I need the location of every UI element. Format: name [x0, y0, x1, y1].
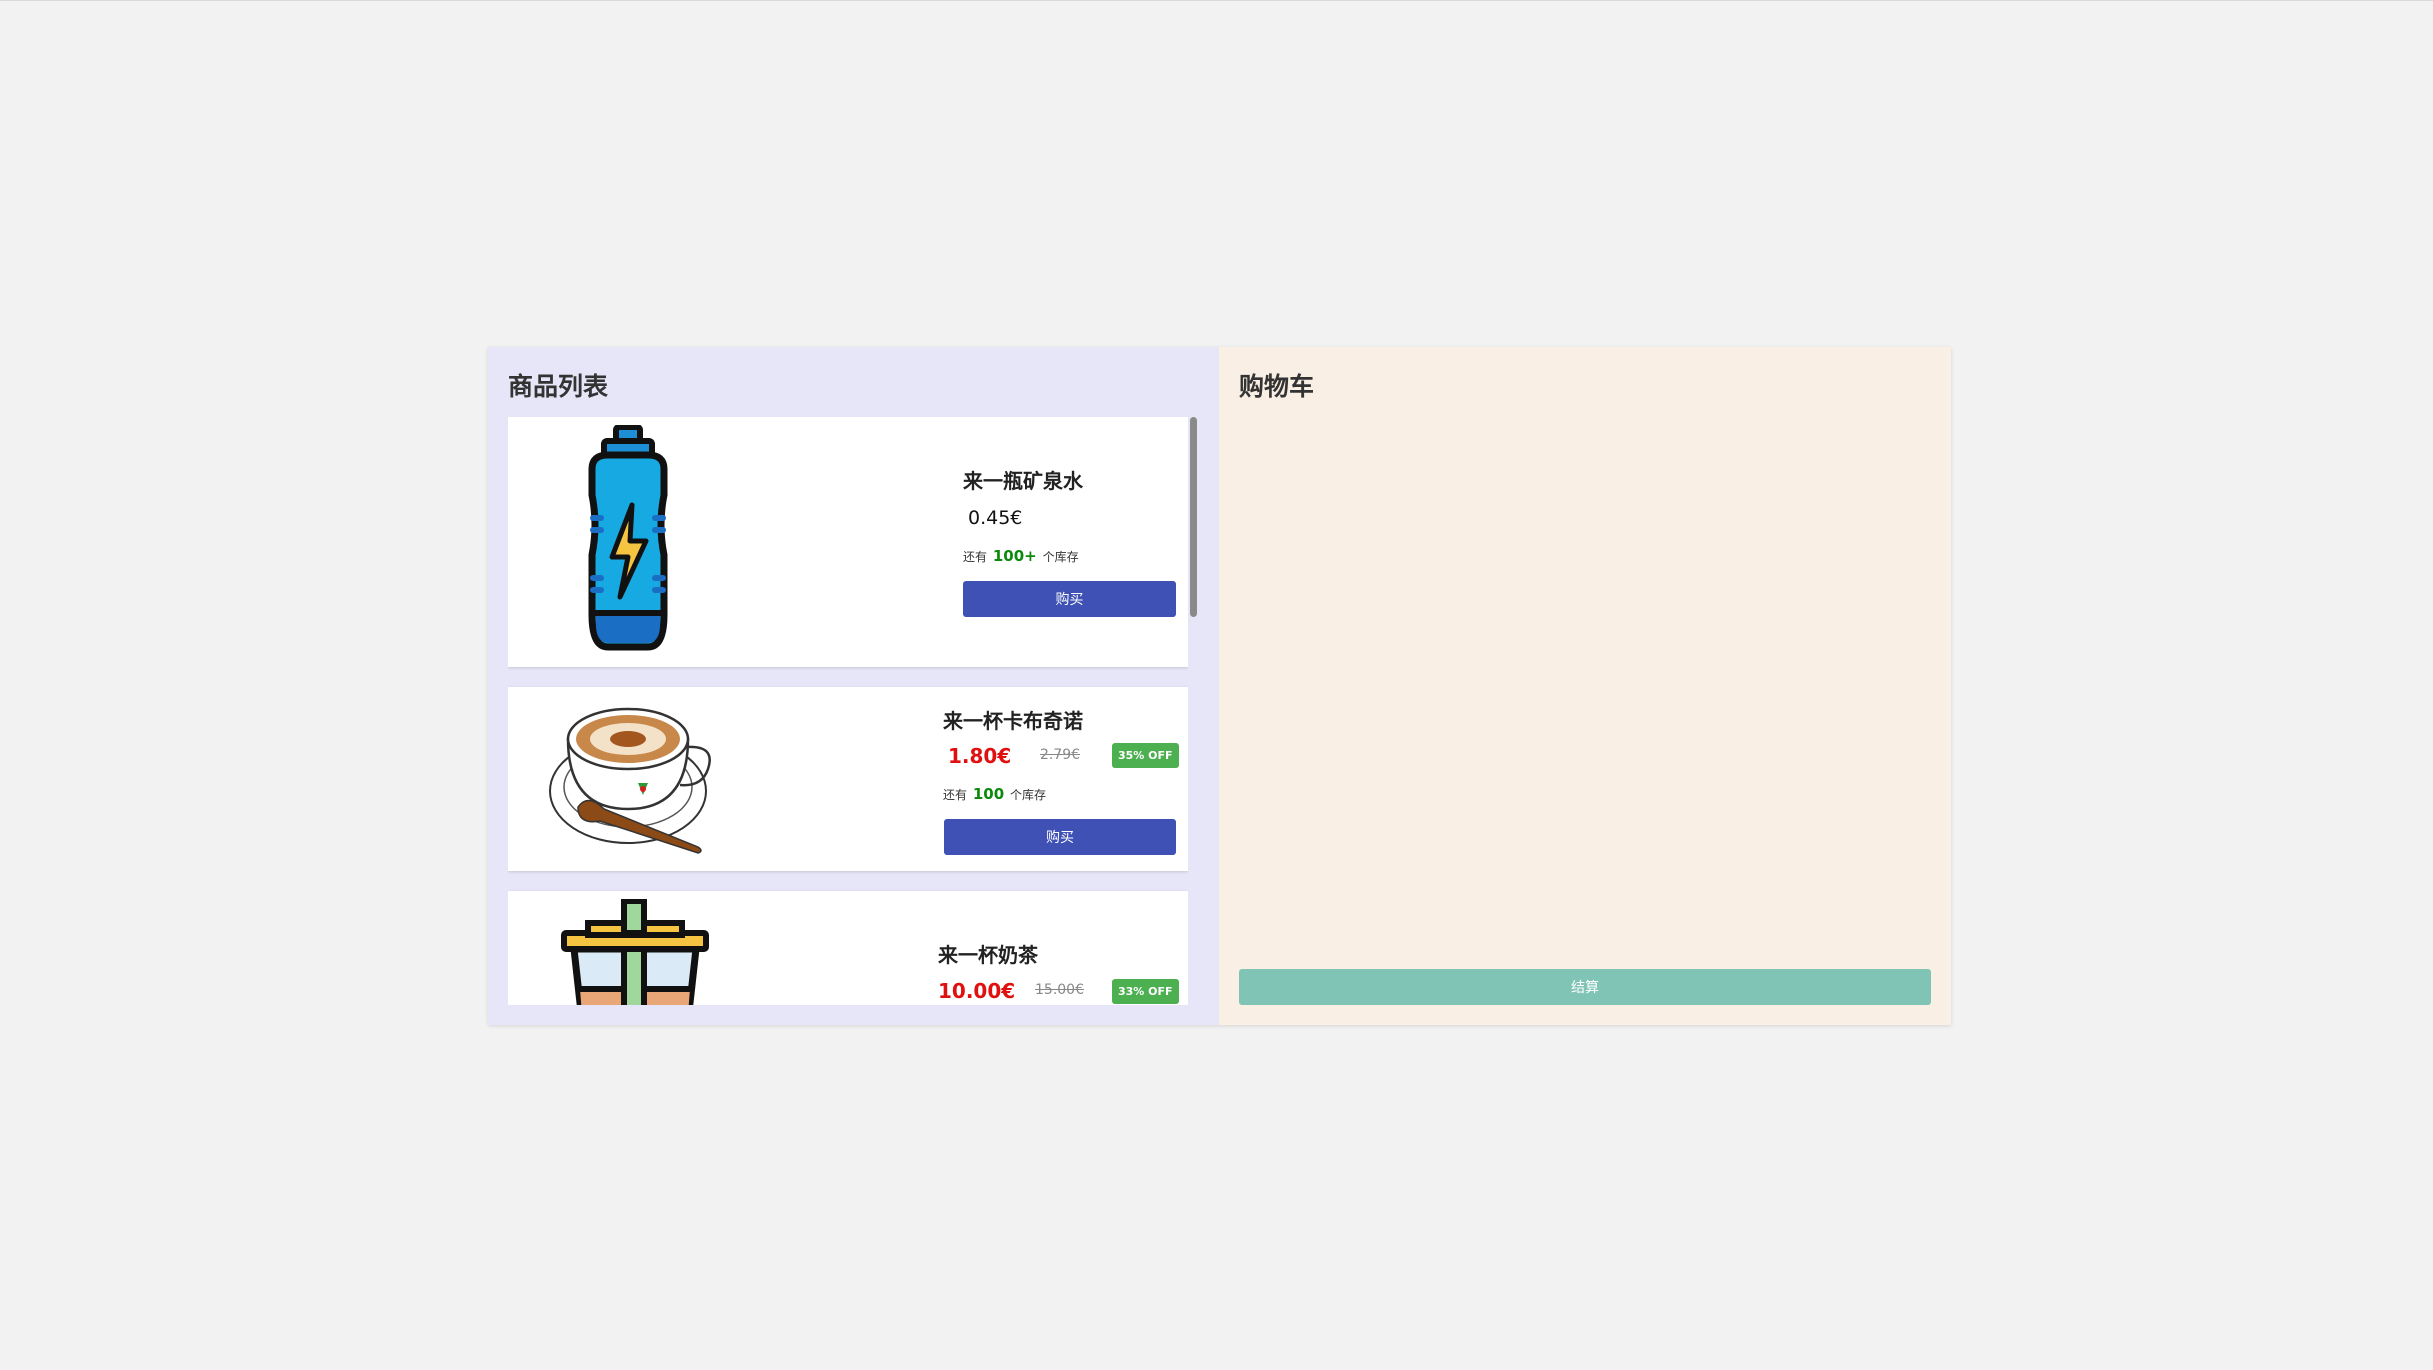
product-name: 来一杯奶茶	[938, 943, 1038, 967]
product-original-price: 2.79€	[1040, 747, 1081, 763]
products-panel: 商品列表 来一瓶矿泉水 0.45€ 还有 100+ 个库存 购买 来一杯卡布奇诺…	[488, 347, 1219, 1025]
product-card-water: 来一瓶矿泉水 0.45€ 还有 100+ 个库存 购买	[508, 417, 1188, 667]
checkout-button[interactable]: 结算	[1239, 969, 1931, 1005]
product-card-cappuccino: 来一杯卡布奇诺 1.80€ 2.79€ 35% OFF 还有 100 个库存 购…	[508, 687, 1188, 871]
stock-prefix: 还有	[943, 788, 968, 802]
product-card-milk-tea: 来一杯奶茶 10.00€ 15.00€ 33% OFF	[508, 891, 1188, 1005]
stock-prefix: 还有	[963, 550, 988, 564]
scrollbar-thumb[interactable]	[1190, 417, 1197, 617]
stock-count: 100+	[992, 547, 1037, 565]
buy-button[interactable]: 购买	[944, 819, 1176, 855]
product-price: 0.45€	[968, 507, 1023, 529]
cart-title: 购物车	[1239, 372, 1315, 401]
milk-tea-cup-icon	[561, 899, 709, 1005]
product-sale-price: 1.80€	[948, 744, 1012, 768]
discount-badge: 35% OFF	[1112, 743, 1179, 768]
cart-panel: 购物车 结算	[1219, 347, 1951, 1025]
discount-badge: 33% OFF	[1112, 979, 1179, 1004]
stock-suffix: 个库存	[1042, 550, 1079, 564]
cart-items-area	[1239, 417, 1931, 957]
cappuccino-cup-icon	[549, 707, 711, 854]
water-bottle-icon	[588, 425, 668, 651]
stock-count: 100	[972, 785, 1005, 803]
product-sale-price: 10.00€	[938, 979, 1016, 1003]
stock-info: 还有 100 个库存	[943, 785, 1046, 803]
stock-suffix: 个库存	[1009, 788, 1046, 802]
product-list[interactable]: 来一瓶矿泉水 0.45€ 还有 100+ 个库存 购买 来一杯卡布奇诺 1.80…	[508, 417, 1188, 1005]
top-border	[0, 0, 2433, 1]
stock-info: 还有 100+ 个库存	[963, 547, 1079, 565]
products-title: 商品列表	[508, 372, 609, 401]
product-original-price: 15.00€	[1035, 982, 1084, 998]
buy-button[interactable]: 购买	[963, 581, 1176, 617]
product-name: 来一瓶矿泉水	[963, 469, 1083, 493]
product-name: 来一杯卡布奇诺	[943, 709, 1083, 733]
shop-app: 商品列表 来一瓶矿泉水 0.45€ 还有 100+ 个库存 购买 来一杯卡布奇诺…	[488, 347, 1951, 1025]
product-list-scrollbar[interactable]	[1190, 417, 1198, 1005]
